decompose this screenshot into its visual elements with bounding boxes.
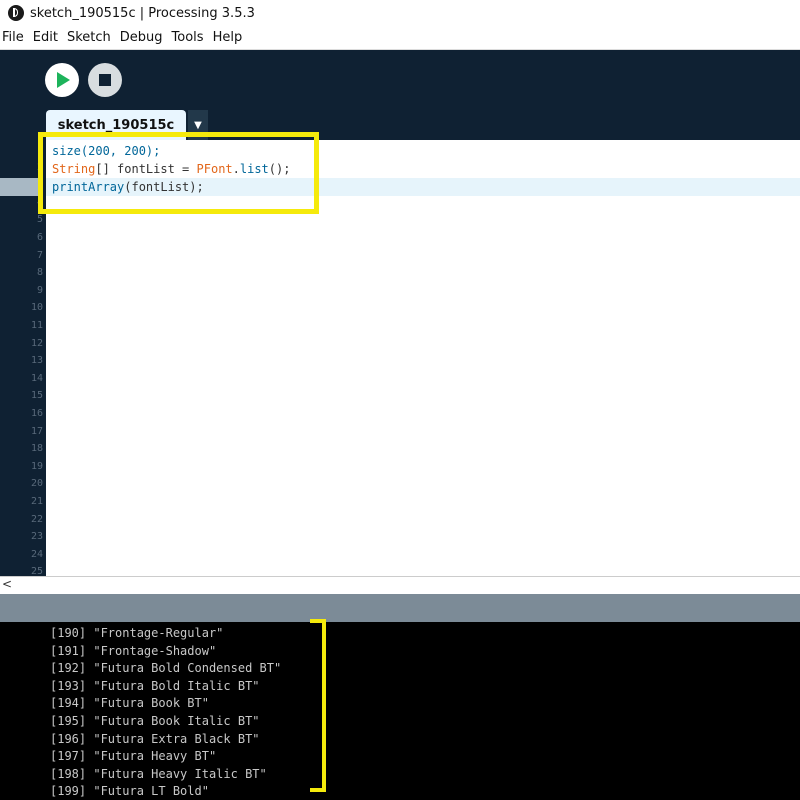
line-number: 17 xyxy=(30,425,43,437)
line-number: 11 xyxy=(30,320,43,331)
line-number: 23 xyxy=(30,531,43,543)
line-number: 25 xyxy=(30,566,43,576)
menu-bar: File Edit Sketch Debug Tools Help xyxy=(0,26,800,50)
menu-sketch[interactable]: Sketch xyxy=(65,30,118,45)
line-number: 12 xyxy=(30,337,43,349)
stop-button[interactable] xyxy=(88,63,122,97)
code-highlight-box xyxy=(38,132,319,214)
console-highlight-bracket xyxy=(310,619,326,792)
console-line: [194] "Futura Book BT" xyxy=(50,696,209,711)
run-button[interactable] xyxy=(45,63,79,97)
line-number: 8 xyxy=(36,267,43,279)
line-number: 20 xyxy=(30,478,43,490)
line-number: 14 xyxy=(30,372,43,384)
console-line: [192] "Futura Bold Condensed BT" xyxy=(50,661,282,676)
line-number: 24 xyxy=(30,548,43,560)
menu-file[interactable]: File xyxy=(0,30,31,45)
processing-logo-icon xyxy=(8,5,24,21)
play-icon xyxy=(57,72,70,88)
current-line-gutter-marker xyxy=(0,178,38,196)
console-line: [198] "Futura Heavy Italic BT" xyxy=(50,766,267,781)
console-line: [195] "Futura Book Italic BT" xyxy=(50,714,260,728)
console-line: [197] "Futura Heavy BT" xyxy=(50,749,217,764)
console-output: [190] "Frontage-Regular" [191] "Frontage-… xyxy=(0,622,800,800)
line-number: 10 xyxy=(30,302,43,314)
console-line: [191] "Frontage-Shadow" xyxy=(50,643,217,658)
console-line: [190] "Frontage-Regular" xyxy=(50,626,224,640)
line-number: 19 xyxy=(30,460,43,472)
line-number: 16 xyxy=(30,408,43,419)
stop-icon xyxy=(99,74,111,86)
line-number: 15 xyxy=(30,390,43,402)
console-line: [193] "Futura Bold Italic BT" xyxy=(50,678,260,693)
title-bar: sketch_190515c | Processing 3.5.3 xyxy=(0,0,800,26)
menu-help[interactable]: Help xyxy=(211,30,250,45)
line-number: 21 xyxy=(30,496,43,507)
line-number: 18 xyxy=(30,443,43,455)
menu-tools[interactable]: Tools xyxy=(170,30,211,45)
console-line: [196] "Futura Extra Black BT" xyxy=(50,731,260,746)
console-line: [199] "Futura LT Bold" xyxy=(50,784,209,799)
menu-debug[interactable]: Debug xyxy=(118,30,170,45)
line-number: 5 xyxy=(36,214,43,226)
line-number: 7 xyxy=(36,249,43,261)
line-number: 22 xyxy=(30,513,43,525)
horizontal-scrollbar[interactable]: < xyxy=(0,576,800,594)
line-number: 6 xyxy=(36,232,43,243)
line-number: 9 xyxy=(36,284,43,296)
menu-edit[interactable]: Edit xyxy=(31,30,65,45)
scroll-left-arrow-icon[interactable]: < xyxy=(2,577,12,591)
line-number: 13 xyxy=(30,355,43,367)
toolbar xyxy=(0,50,800,110)
status-divider xyxy=(0,594,800,622)
window-title: sketch_190515c | Processing 3.5.3 xyxy=(30,5,255,21)
